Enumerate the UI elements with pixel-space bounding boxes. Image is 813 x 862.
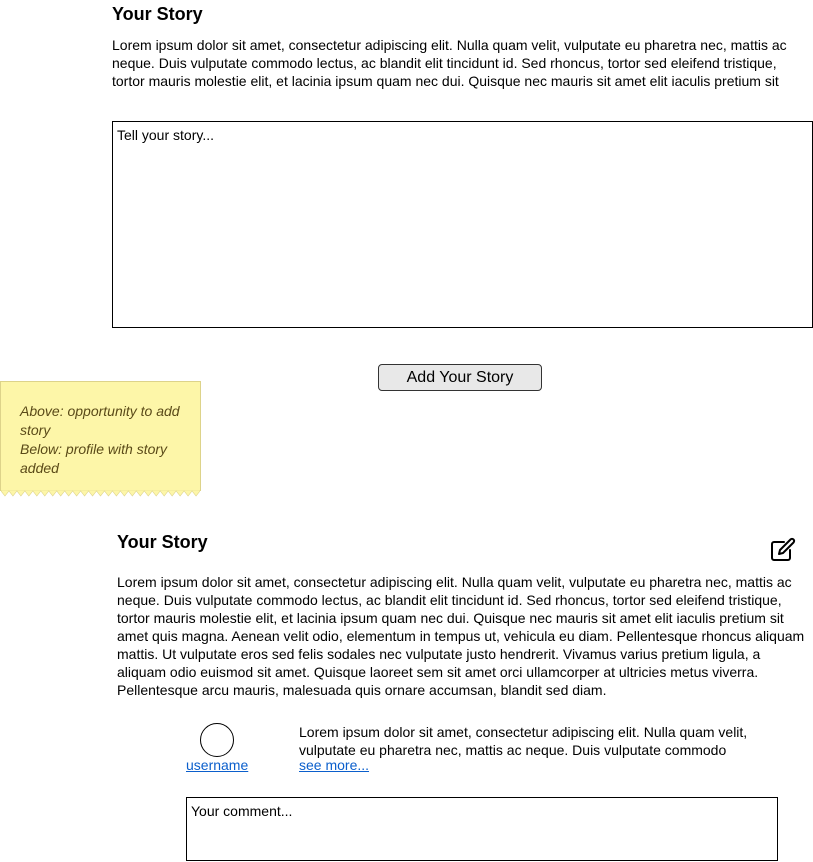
see-more-link[interactable]: see more... xyxy=(299,757,369,773)
comment-text: Lorem ipsum dolor sit amet, consectetur … xyxy=(299,724,748,758)
comment-input[interactable] xyxy=(186,797,778,861)
profile-story-title: Your Story xyxy=(117,532,208,552)
sticky-note: Above: opportunity to add story Below: p… xyxy=(0,381,201,497)
profile-story-body: Lorem ipsum dolor sit amet, consectetur … xyxy=(117,574,805,698)
add-story-intro: Lorem ipsum dolor sit amet, consectetur … xyxy=(112,37,787,89)
sticky-note-line-1: Above: opportunity to add story xyxy=(20,403,180,438)
sticky-note-torn-edge xyxy=(1,490,200,497)
add-story-button[interactable]: Add Your Story xyxy=(378,364,542,391)
avatar[interactable] xyxy=(200,723,234,757)
story-textarea[interactable] xyxy=(112,121,813,328)
sticky-note-line-2: Below: profile with story added xyxy=(20,441,168,476)
add-story-title: Your Story xyxy=(112,4,203,24)
username-link[interactable]: username xyxy=(186,757,248,773)
edit-icon[interactable] xyxy=(770,537,796,563)
